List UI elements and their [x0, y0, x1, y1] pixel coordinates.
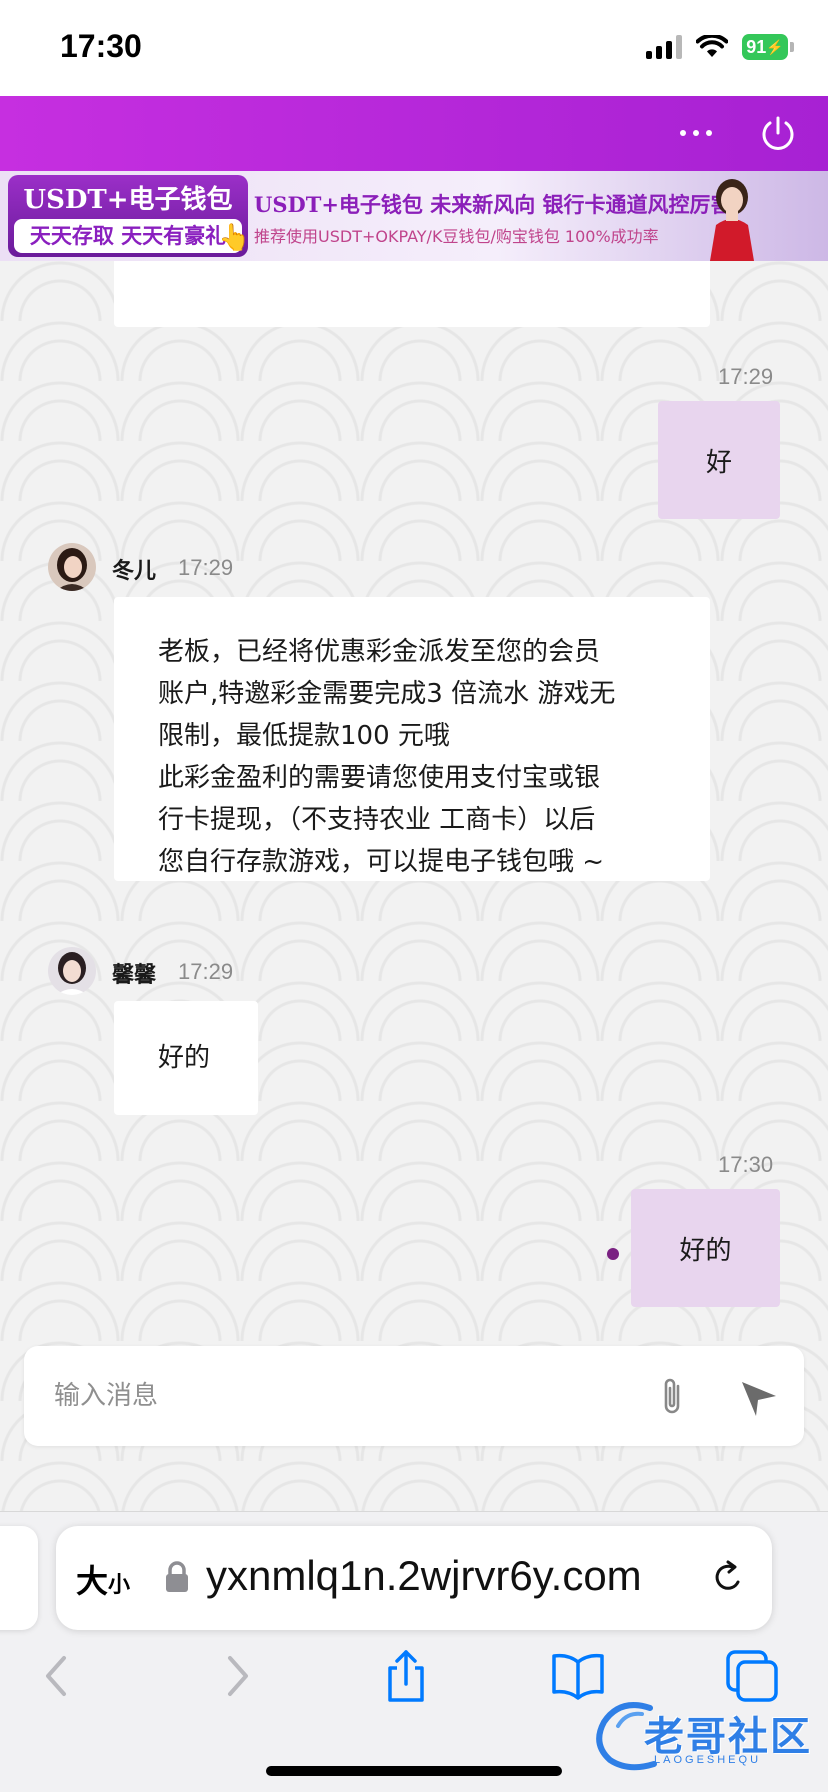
wifi-icon — [696, 35, 728, 57]
ad-subline: 推荐使用USDT+OKPAY/K豆钱包/购宝钱包 100%成功率 — [254, 227, 659, 246]
message-line: 此彩金盈利的需要请您使用支付宝或银 — [158, 763, 601, 793]
address-bar[interactable]: 大小 yxnmlq1n.2wjrvr6y.com — [56, 1526, 772, 1630]
unread-indicator — [607, 1248, 619, 1260]
power-icon[interactable] — [758, 114, 798, 154]
message-text: 好的 — [679, 1235, 732, 1266]
text-size-large-label: 大 — [76, 1562, 109, 1600]
message-line: 限制，最低提款100 元哦 — [158, 721, 450, 751]
battery-level: 91 — [746, 36, 767, 57]
status-time: 17:30 — [60, 28, 142, 64]
message-bubble-incoming: 为您处理，谢谢！ — [114, 261, 710, 327]
reload-icon[interactable] — [708, 1558, 748, 1598]
sender-name: 冬儿 — [112, 559, 157, 584]
message-line: 您自行存款游戏，可以提电子钱包哦 ~ — [158, 847, 605, 877]
sender-name: 馨馨 — [112, 963, 157, 988]
previous-tab-card[interactable] — [0, 1526, 38, 1630]
share-icon[interactable] — [378, 1648, 434, 1704]
chat-area[interactable]: 为您处理，谢谢！ 17:29 好 冬儿 17:29 老板，已经将优惠彩金派发至您… — [0, 261, 828, 1511]
message-line: 老板，已经将优惠彩金派发至您的会员 — [158, 637, 601, 667]
avatar[interactable] — [48, 543, 96, 591]
home-indicator — [266, 1766, 562, 1776]
pointing-hand-icon: 👆 — [218, 223, 251, 253]
status-bar: 17:30 91 ⚡ — [0, 0, 828, 96]
message-text: 好的 — [158, 1043, 211, 1073]
message-line: 行卡提现，（不支持农业 工商卡）以后 — [158, 805, 596, 835]
ad-banner[interactable]: USDT+电子钱包 天天存取 天天有豪礼 👆 USDT+电子钱包 未来新风向 银… — [0, 171, 828, 261]
status-icons: 91 ⚡ — [646, 34, 794, 60]
message-time: 17:29 — [178, 555, 234, 580]
message-line: 账户,特邀彩金需要完成3 倍流水 游戏无 — [158, 679, 616, 709]
paperclip-icon[interactable] — [652, 1374, 692, 1420]
lock-icon — [166, 1561, 188, 1592]
text-size-button[interactable]: 大小 — [76, 1556, 130, 1602]
message-time: 17:30 — [718, 1152, 774, 1177]
ad-headline: USDT+电子钱包 未来新风向 银行卡通道风控厉害 — [254, 192, 732, 217]
avatar[interactable] — [48, 947, 96, 995]
message-bubble-outgoing: 好的 — [631, 1189, 780, 1307]
message-time: 17:29 — [718, 364, 774, 389]
message-composer — [24, 1346, 804, 1446]
cellular-signal-icon — [646, 35, 682, 59]
more-icon[interactable] — [674, 118, 718, 148]
message-text: 为您处理，谢谢！ — [158, 261, 366, 269]
text-size-small-label: 小 — [108, 1573, 131, 1598]
message-bubble-outgoing: 好 — [658, 401, 780, 519]
forward-icon[interactable] — [208, 1648, 264, 1704]
message-input[interactable] — [54, 1372, 624, 1420]
back-icon[interactable] — [30, 1648, 86, 1704]
message-bubble-incoming: 好的 — [114, 1001, 258, 1115]
url-text[interactable]: yxnmlq1n.2wjrvr6y.com — [206, 1552, 736, 1600]
battery-charging-icon: 91 ⚡ — [742, 34, 794, 60]
ad-badge-title: USDT+电子钱包 — [23, 185, 233, 215]
ad-badge: USDT+电子钱包 天天存取 天天有豪礼 — [8, 175, 248, 257]
message-bubble-incoming: 老板，已经将优惠彩金派发至您的会员 账户,特邀彩金需要完成3 倍流水 游戏无 限… — [114, 597, 710, 881]
chat-header — [0, 96, 828, 171]
tabs-icon[interactable] — [724, 1648, 780, 1704]
send-icon[interactable] — [736, 1374, 782, 1420]
ad-model-image — [710, 179, 754, 261]
ad-badge-subtitle: 天天存取 天天有豪礼 — [14, 219, 242, 253]
message-time: 17:29 — [178, 959, 234, 984]
bookmarks-icon[interactable] — [550, 1648, 606, 1704]
message-text: 好 — [705, 447, 732, 478]
